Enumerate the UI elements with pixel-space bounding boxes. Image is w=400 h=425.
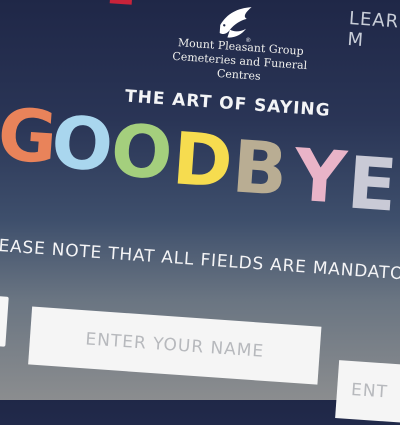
goodbye-headline: G O O D B Y E: [0, 92, 400, 228]
name-input[interactable]: [28, 306, 322, 385]
next-input-field[interactable]: [335, 360, 400, 425]
headline-letter-b: B: [229, 124, 291, 212]
dove-logo-icon: [219, 7, 252, 38]
headline-letter-d: D: [169, 116, 236, 205]
mandatory-fields-notice: LEASE NOTE THAT ALL FIELDS ARE MANDATORY: [0, 235, 400, 286]
left-input-field[interactable]: [0, 294, 9, 347]
headline-letter-y: Y: [291, 132, 349, 221]
headline-letter-o1: O: [48, 99, 116, 188]
headline-letter-e: E: [344, 140, 400, 228]
learn-more-link[interactable]: LEARN M: [347, 8, 400, 54]
headline-letter-o2: O: [108, 107, 176, 196]
brand-name: Mount Pleasant Group Cemeteries and Fune…: [158, 35, 321, 88]
